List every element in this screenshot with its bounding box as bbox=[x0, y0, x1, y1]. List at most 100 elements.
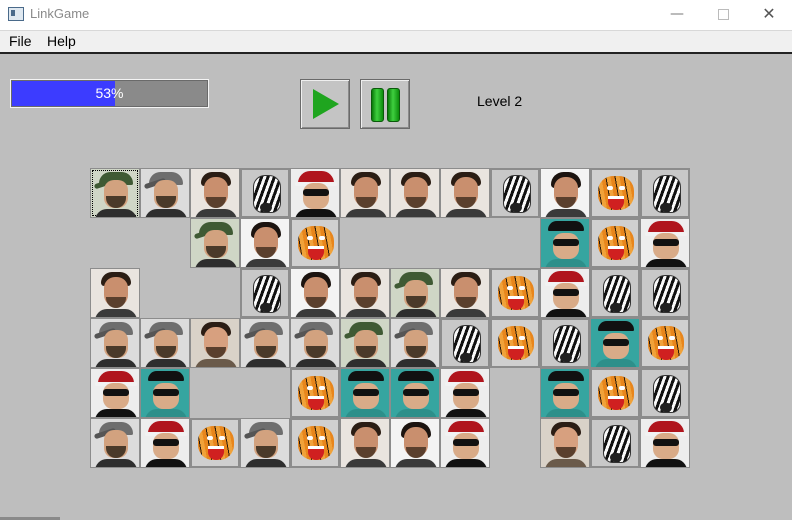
tile-zebra[interactable] bbox=[240, 268, 290, 318]
tile-sun[interactable] bbox=[640, 218, 690, 268]
tile-face2[interactable] bbox=[540, 418, 590, 468]
cap-picture bbox=[295, 359, 337, 367]
tile-sun-teal[interactable] bbox=[590, 318, 640, 368]
zebra-picture bbox=[660, 203, 672, 212]
face-picture bbox=[395, 209, 437, 217]
sun-picture bbox=[348, 371, 384, 381]
maximize-button[interactable] bbox=[700, 0, 746, 29]
face-picture bbox=[545, 209, 587, 217]
tile-tiger[interactable] bbox=[590, 168, 640, 218]
sun-picture bbox=[595, 359, 637, 367]
cap-picture bbox=[95, 359, 137, 367]
sun-picture bbox=[395, 409, 437, 417]
sun-picture bbox=[603, 339, 629, 346]
face-picture bbox=[245, 259, 287, 267]
tile-face[interactable] bbox=[340, 268, 390, 318]
face-picture bbox=[256, 247, 276, 258]
cap-picture bbox=[245, 459, 287, 467]
zebra-picture bbox=[260, 303, 272, 312]
tile-face[interactable] bbox=[440, 268, 490, 318]
tile-tiger[interactable] bbox=[490, 268, 540, 318]
face-picture bbox=[206, 347, 226, 358]
tile-sun[interactable] bbox=[90, 368, 140, 418]
tile-zebra[interactable] bbox=[590, 268, 640, 318]
sun-picture bbox=[453, 389, 479, 396]
tile-tiger[interactable] bbox=[590, 368, 640, 418]
tile-zebra[interactable] bbox=[590, 418, 640, 468]
tile-cap[interactable] bbox=[240, 318, 290, 368]
tile-sun-teal[interactable] bbox=[390, 368, 440, 418]
tiger-picture bbox=[319, 236, 325, 240]
zebra-picture bbox=[610, 303, 622, 312]
tile-tiger[interactable] bbox=[290, 368, 340, 418]
tile-cap[interactable] bbox=[90, 318, 140, 368]
tile-cap[interactable] bbox=[140, 318, 190, 368]
pause-button[interactable] bbox=[360, 79, 410, 129]
sun-picture bbox=[403, 389, 429, 396]
tile-cap-green[interactable] bbox=[90, 168, 140, 218]
sun-picture bbox=[653, 239, 679, 246]
tile-sun[interactable] bbox=[440, 368, 490, 418]
tile-face3[interactable] bbox=[240, 218, 290, 268]
tile-sun[interactable] bbox=[140, 418, 190, 468]
tiger-picture bbox=[507, 336, 513, 340]
sun-picture bbox=[148, 371, 184, 381]
sun-picture bbox=[545, 259, 587, 267]
tile-tiger[interactable] bbox=[640, 318, 690, 368]
tile-sun-teal[interactable] bbox=[540, 368, 590, 418]
tile-face[interactable] bbox=[90, 268, 140, 318]
tile-tiger[interactable] bbox=[590, 218, 640, 268]
tile-face[interactable] bbox=[340, 168, 390, 218]
tile-face3[interactable] bbox=[290, 268, 340, 318]
face-picture bbox=[356, 297, 376, 308]
tile-zebra[interactable] bbox=[640, 368, 690, 418]
tile-zebra[interactable] bbox=[490, 168, 540, 218]
tile-face3[interactable] bbox=[390, 418, 440, 468]
tile-cap[interactable] bbox=[240, 418, 290, 468]
tile-sun-teal[interactable] bbox=[540, 218, 590, 268]
tile-tiger[interactable] bbox=[290, 418, 340, 468]
tile-zebra[interactable] bbox=[640, 268, 690, 318]
tile-sun[interactable] bbox=[290, 168, 340, 218]
tile-zebra[interactable] bbox=[640, 168, 690, 218]
tile-face[interactable] bbox=[190, 168, 240, 218]
minimize-button[interactable]: — bbox=[654, 0, 700, 29]
tile-zebra[interactable] bbox=[540, 318, 590, 368]
tile-cap[interactable] bbox=[140, 168, 190, 218]
tile-cap[interactable] bbox=[90, 418, 140, 468]
tile-tiger[interactable] bbox=[290, 218, 340, 268]
tile-zebra[interactable] bbox=[440, 318, 490, 368]
play-button[interactable] bbox=[300, 79, 350, 129]
game-board bbox=[90, 168, 690, 468]
sun-picture bbox=[553, 289, 579, 296]
menu-file[interactable]: File bbox=[9, 33, 32, 49]
tile-sun-teal[interactable] bbox=[340, 368, 390, 418]
tile-face[interactable] bbox=[340, 418, 390, 468]
level-label: Level 2 bbox=[477, 93, 523, 109]
tile-cap[interactable] bbox=[390, 318, 440, 368]
close-button[interactable]: ✕ bbox=[746, 0, 792, 29]
sun-picture bbox=[453, 383, 479, 409]
tile-cap-green[interactable] bbox=[390, 268, 440, 318]
tile-sun-teal[interactable] bbox=[140, 368, 190, 418]
tiger-picture bbox=[607, 386, 613, 390]
face-picture bbox=[456, 197, 476, 208]
tile-face3[interactable] bbox=[540, 168, 590, 218]
tile-zebra[interactable] bbox=[240, 168, 290, 218]
tile-face[interactable] bbox=[390, 168, 440, 218]
tile-face[interactable] bbox=[440, 168, 490, 218]
face-picture bbox=[206, 197, 226, 208]
tile-cap[interactable] bbox=[290, 318, 340, 368]
sun-picture bbox=[153, 433, 179, 459]
tile-face2[interactable] bbox=[190, 318, 240, 368]
tile-tiger[interactable] bbox=[190, 418, 240, 468]
tile-sun[interactable] bbox=[440, 418, 490, 468]
zebra-picture bbox=[510, 203, 522, 212]
tile-cap-green[interactable] bbox=[340, 318, 390, 368]
tile-sun[interactable] bbox=[640, 418, 690, 468]
face-picture bbox=[445, 309, 487, 317]
tile-cap-green[interactable] bbox=[190, 218, 240, 268]
tile-sun[interactable] bbox=[540, 268, 590, 318]
menu-help[interactable]: Help bbox=[47, 33, 76, 49]
tile-tiger[interactable] bbox=[490, 318, 540, 368]
